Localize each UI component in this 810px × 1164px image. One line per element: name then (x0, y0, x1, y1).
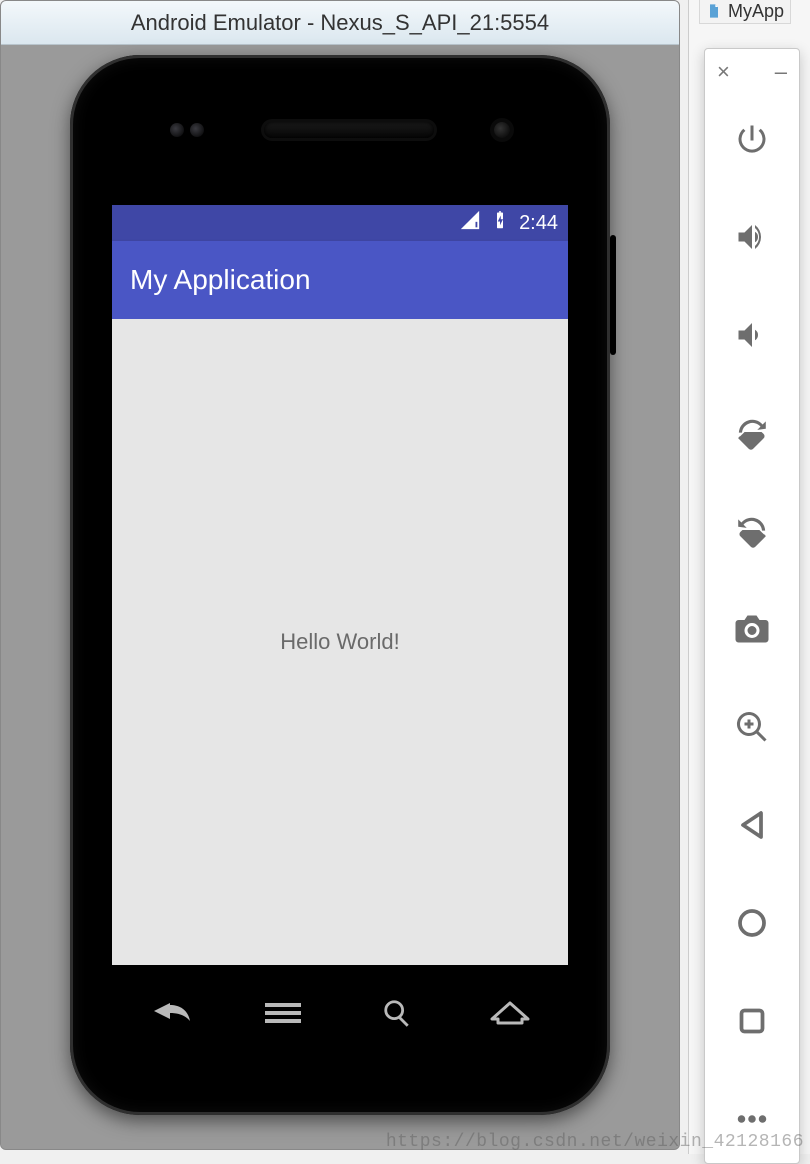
app-content-area: Hello World! (112, 319, 568, 965)
status-clock: 2:44 (519, 212, 558, 235)
power-button[interactable] (728, 115, 776, 163)
volume-up-button[interactable] (728, 213, 776, 261)
home-key[interactable] (480, 993, 540, 1033)
back-icon (146, 1001, 194, 1025)
proximity-sensor-icon (170, 123, 204, 137)
ide-tab-label: MyApp (728, 1, 784, 22)
app-title: My Application (130, 264, 311, 296)
file-icon (706, 3, 722, 19)
app-action-bar: My Application (112, 241, 568, 319)
volume-up-icon (734, 219, 770, 255)
minimize-button[interactable]: – (775, 59, 787, 85)
camera-icon (734, 611, 770, 647)
earpiece-speaker-icon (264, 122, 434, 138)
nav-back-button[interactable] (728, 801, 776, 849)
rotate-right-button[interactable] (728, 507, 776, 555)
rotate-right-icon (734, 513, 770, 549)
device-top-sensors (70, 55, 610, 205)
front-camera-icon (494, 122, 510, 138)
device-screen[interactable]: 2:44 My Application Hello World! (112, 205, 568, 965)
device-frame: 2:44 My Application Hello World! (70, 55, 610, 1115)
menu-key[interactable] (253, 993, 313, 1033)
emulator-body: 2:44 My Application Hello World! (1, 45, 679, 1149)
nav-overview-icon (734, 1003, 770, 1039)
close-button[interactable]: × (717, 59, 730, 85)
nav-home-icon (734, 905, 770, 941)
emulator-toolbar: × – (704, 48, 800, 1164)
power-icon (734, 121, 770, 157)
watermark-text: https://blog.csdn.net/weixin_42128166 (386, 1132, 804, 1152)
volume-down-button[interactable] (728, 311, 776, 359)
battery-icon (491, 209, 509, 237)
ide-file-tab[interactable]: MyApp (699, 0, 791, 24)
nav-home-button[interactable] (728, 899, 776, 947)
search-icon (382, 998, 412, 1028)
zoom-button[interactable] (728, 703, 776, 751)
device-soft-keys (140, 993, 540, 1033)
search-key[interactable] (367, 993, 427, 1033)
nav-back-icon (734, 807, 770, 843)
android-status-bar: 2:44 (112, 205, 568, 241)
signal-icon (459, 209, 481, 237)
nav-overview-button[interactable] (728, 997, 776, 1045)
volume-down-icon (734, 317, 770, 353)
zoom-in-icon (734, 709, 770, 745)
hello-world-text: Hello World! (280, 629, 399, 655)
emulator-titlebar[interactable]: Android Emulator - Nexus_S_API_21:5554 (1, 1, 679, 45)
emulator-window: Android Emulator - Nexus_S_API_21:5554 (0, 0, 680, 1150)
home-icon (490, 1001, 530, 1025)
toolbar-header: × – (705, 49, 799, 91)
screenshot-button[interactable] (728, 605, 776, 653)
emulator-title: Android Emulator - Nexus_S_API_21:5554 (131, 10, 549, 36)
menu-icon (265, 1001, 301, 1025)
rotate-left-button[interactable] (728, 409, 776, 457)
back-key[interactable] (140, 993, 200, 1033)
rotate-left-icon (734, 415, 770, 451)
